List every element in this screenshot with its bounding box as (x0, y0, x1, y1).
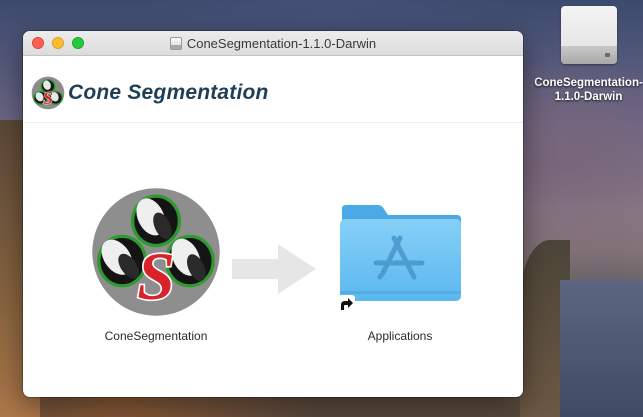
app-label: ConeSegmentation (104, 329, 208, 343)
desktop-volume-label: ConeSegmentation-1.1.0-Darwin (534, 77, 643, 103)
svg-text:S: S (43, 88, 53, 108)
cone-segmentation-app-icon[interactable]: S (91, 187, 221, 317)
cone-segmentation-logo-icon: S (31, 76, 65, 110)
brand-title: Cone Segmentation (68, 81, 269, 104)
wallpaper-sea (560, 280, 643, 417)
disk-image-icon (169, 36, 182, 50)
desktop-volume[interactable]: ConeSegmentation-1.1.0-Darwin (534, 6, 643, 104)
window-title: ConeSegmentation-1.1.0-Darwin (186, 35, 377, 51)
applications-label: Applications (367, 329, 433, 343)
finder-window: ConeSegmentation-1.1.0-Darwin S Cone Seg… (23, 31, 523, 397)
svg-text:S: S (137, 239, 175, 314)
window-titlebar[interactable]: ConeSegmentation-1.1.0-Darwin (23, 31, 523, 56)
header-divider (23, 122, 523, 123)
applications-folder-icon[interactable] (338, 203, 463, 303)
drag-arrow-icon (232, 244, 316, 294)
external-disk-icon (560, 6, 617, 64)
brand-header: S Cone Segmentation (31, 73, 269, 113)
alias-arrow-icon (337, 295, 355, 313)
